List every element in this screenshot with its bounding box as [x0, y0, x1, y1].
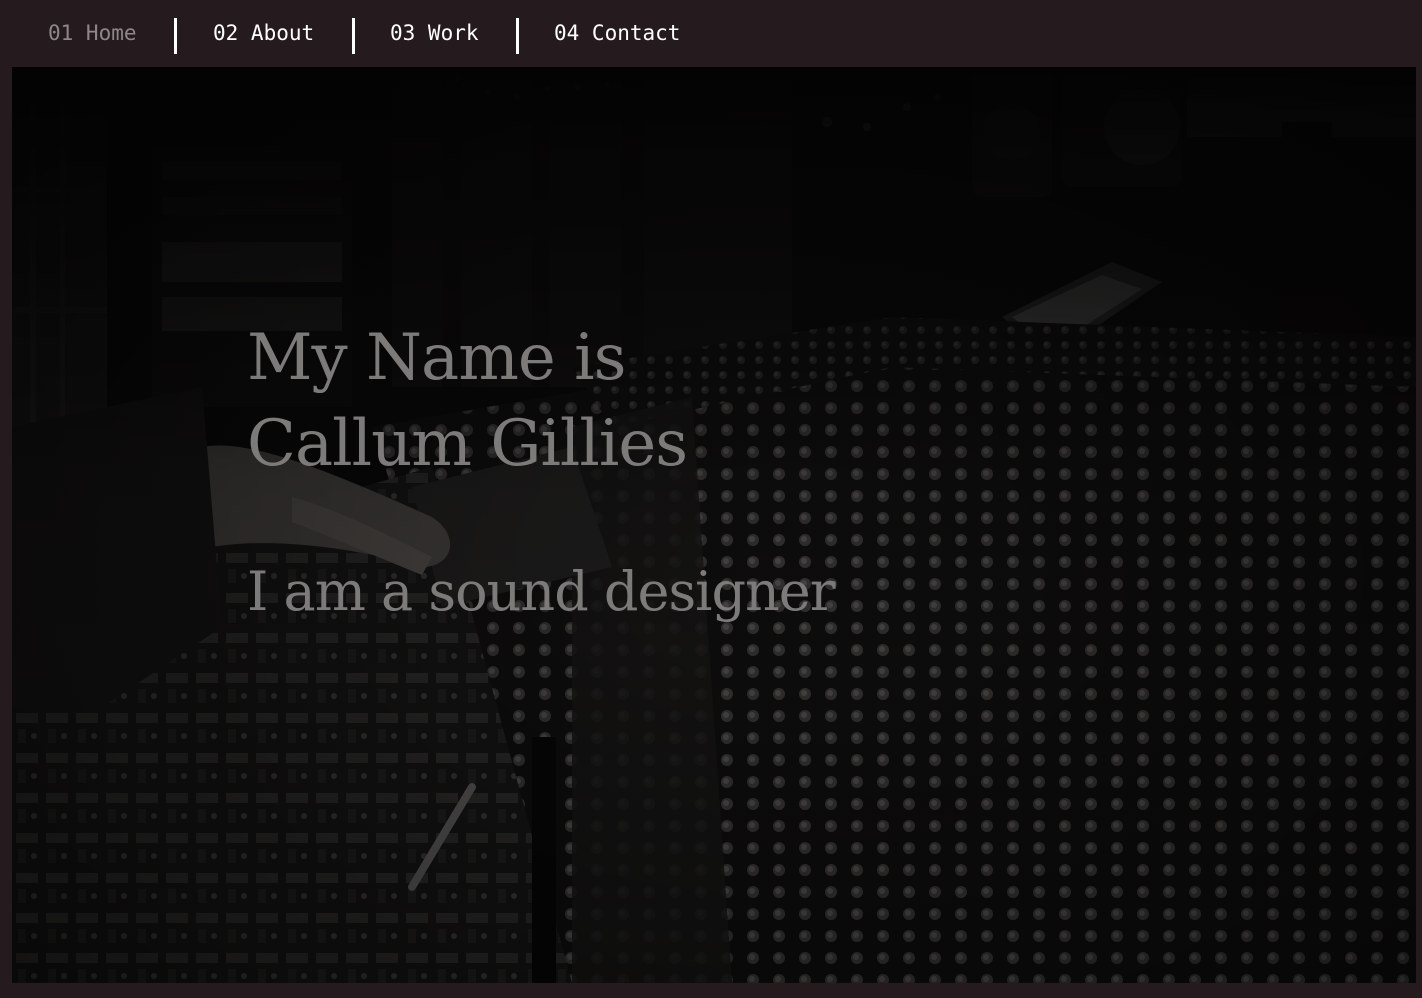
nav-divider — [516, 18, 519, 54]
nav-link-about[interactable]: 02 About — [213, 0, 314, 67]
hero-title: My Name is Callum Gillies — [247, 315, 688, 487]
hero-title-line-2: Callum Gillies — [247, 407, 688, 481]
nav-divider — [174, 18, 177, 54]
nav-divider — [352, 18, 355, 54]
hero-subtitle: I am a sound designer — [247, 560, 836, 623]
nav-link-home[interactable]: 01 Home — [48, 0, 137, 67]
nav-link-work[interactable]: 03 Work — [390, 0, 479, 67]
top-navigation: 01 Home 02 About 03 Work 04 Contact — [0, 0, 1422, 67]
hero-dark-overlay — [12, 67, 1416, 983]
nav-link-contact[interactable]: 04 Contact — [554, 0, 680, 67]
hero-title-line-1: My Name is — [247, 321, 626, 395]
hero-section: My Name is Callum Gillies I am a sound d… — [12, 67, 1416, 983]
